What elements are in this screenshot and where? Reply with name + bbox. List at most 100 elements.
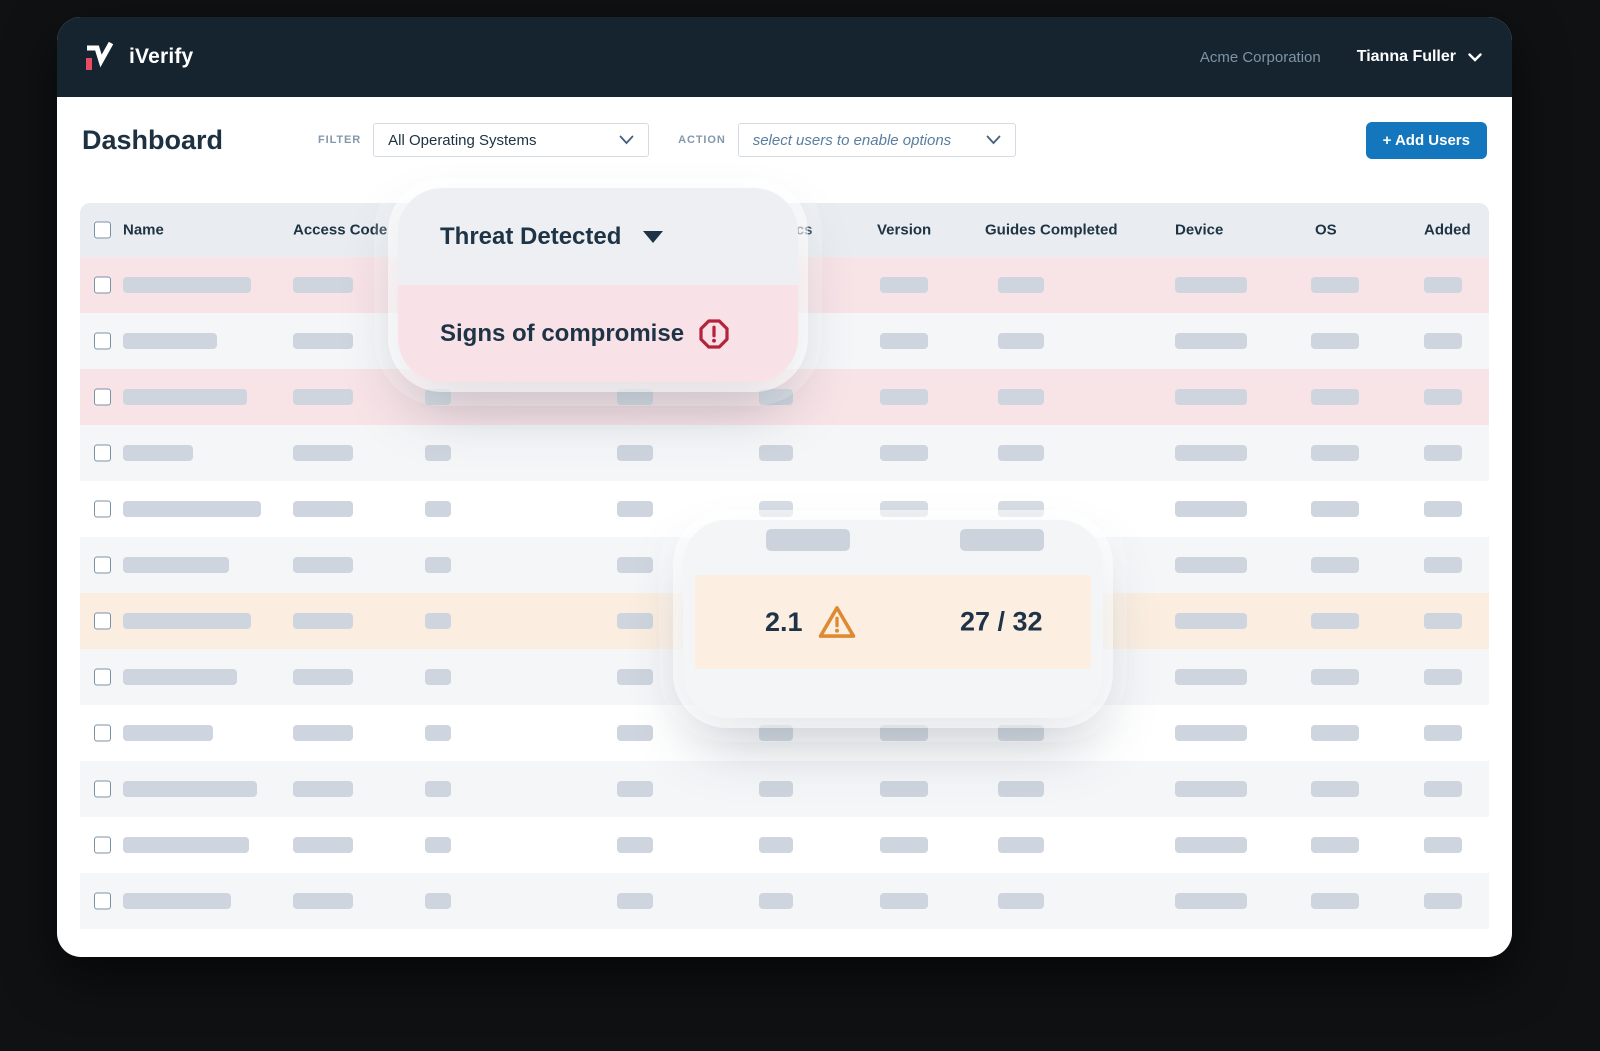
placeholder-bar <box>293 389 353 405</box>
placeholder-bar <box>759 893 793 909</box>
placeholder-bar <box>880 445 928 461</box>
table-row <box>80 817 1489 873</box>
placeholder-bar <box>425 781 451 797</box>
select-all-checkbox[interactable] <box>94 222 111 239</box>
placeholder-bar <box>880 333 928 349</box>
placeholder-bar <box>998 277 1044 293</box>
placeholder-bar <box>880 725 928 741</box>
placeholder-bar <box>123 725 213 741</box>
placeholder-bar <box>1311 445 1359 461</box>
filter-label: Filter <box>318 134 361 146</box>
os-filter-select[interactable]: All Operating Systems <box>373 123 649 157</box>
placeholder-bar <box>425 725 451 741</box>
placeholder-bar <box>1424 445 1462 461</box>
chevron-down-icon <box>619 135 634 145</box>
placeholder-bar <box>1424 333 1462 349</box>
placeholder-bar <box>880 781 928 797</box>
alert-octagon-icon <box>699 319 729 349</box>
user-name: Tianna Fuller <box>1357 48 1456 66</box>
column-header-guides[interactable]: Guides Completed <box>985 222 1118 239</box>
row-checkbox[interactable] <box>94 781 111 798</box>
placeholder-bar <box>998 501 1044 517</box>
placeholder-bar <box>123 277 251 293</box>
placeholder-bar <box>293 613 353 629</box>
row-checkbox[interactable] <box>94 613 111 630</box>
row-checkbox[interactable] <box>94 893 111 910</box>
action-select[interactable]: select users to enable options <box>738 123 1016 157</box>
row-checkbox[interactable] <box>94 669 111 686</box>
placeholder-bar <box>293 501 353 517</box>
placeholder-bar <box>766 529 850 551</box>
table-row <box>80 369 1489 425</box>
page-title: Dashboard <box>82 125 223 156</box>
placeholder-bar <box>1424 389 1462 405</box>
table-row <box>80 425 1489 481</box>
placeholder-bar <box>998 389 1044 405</box>
row-checkbox[interactable] <box>94 445 111 462</box>
placeholder-bar <box>123 445 193 461</box>
row-checkbox[interactable] <box>94 837 111 854</box>
placeholder-bar <box>425 557 451 573</box>
threat-value: Signs of compromise <box>440 320 684 348</box>
placeholder-bar <box>1311 557 1359 573</box>
column-header-added[interactable]: Added <box>1424 222 1471 239</box>
row-checkbox[interactable] <box>94 725 111 742</box>
placeholder-bar <box>617 725 653 741</box>
placeholder-bar <box>998 333 1044 349</box>
metrics-callout-highlight-row: 2.1 27 / 32 <box>695 575 1091 669</box>
placeholder-bar <box>880 893 928 909</box>
column-header-os[interactable]: OS <box>1315 222 1337 239</box>
placeholder-bar <box>1311 837 1359 853</box>
placeholder-bar <box>880 501 928 517</box>
topbar-right: Acme Corporation Tianna Fuller <box>1200 48 1482 66</box>
row-checkbox[interactable] <box>94 501 111 518</box>
table-row <box>80 873 1489 929</box>
placeholder-bar <box>1311 669 1359 685</box>
placeholder-bar <box>880 277 928 293</box>
placeholder-bar <box>759 725 793 741</box>
chevron-down-icon <box>986 135 1001 145</box>
placeholder-bar <box>960 529 1044 551</box>
metrics-callout: 2.1 27 / 32 <box>683 520 1103 718</box>
row-checkbox[interactable] <box>94 557 111 574</box>
warning-triangle-icon <box>817 604 857 640</box>
placeholder-bar <box>759 445 793 461</box>
os-filter-value: All Operating Systems <box>388 132 536 149</box>
column-header-version[interactable]: Version <box>877 222 931 239</box>
placeholder-bar <box>123 893 231 909</box>
placeholder-bar <box>1175 725 1247 741</box>
row-checkbox[interactable] <box>94 333 111 350</box>
placeholder-bar <box>293 445 353 461</box>
sort-caret-icon <box>643 231 663 243</box>
row-checkbox[interactable] <box>94 277 111 294</box>
placeholder-bar <box>293 333 353 349</box>
row-checkbox[interactable] <box>94 389 111 406</box>
placeholder-bar <box>1311 613 1359 629</box>
placeholder-bar <box>1424 613 1462 629</box>
placeholder-bar <box>1311 389 1359 405</box>
placeholder-bar <box>998 781 1044 797</box>
threat-detected-callout: Threat Detected Signs of compromise <box>398 188 798 382</box>
guides-completed-value: 27 / 32 <box>960 607 1043 638</box>
placeholder-bar <box>293 669 353 685</box>
top-navigation-bar: iVerify Acme Corporation Tianna Fuller <box>57 17 1512 97</box>
add-users-button[interactable]: + Add Users <box>1366 122 1487 159</box>
threat-callout-header[interactable]: Threat Detected <box>398 188 798 285</box>
placeholder-bar <box>293 781 353 797</box>
placeholder-bar <box>123 669 237 685</box>
toolbar: Dashboard Filter All Operating Systems A… <box>57 97 1512 183</box>
column-header-device[interactable]: Device <box>1175 222 1223 239</box>
placeholder-bar <box>425 613 451 629</box>
placeholder-bar <box>1175 613 1247 629</box>
table-row <box>80 761 1489 817</box>
placeholder-bar <box>998 893 1044 909</box>
placeholder-bar <box>1175 389 1247 405</box>
column-header-access[interactable]: Access Code <box>293 222 387 239</box>
placeholder-bar <box>617 389 653 405</box>
placeholder-bar <box>617 781 653 797</box>
placeholder-bar <box>1311 725 1359 741</box>
action-select-placeholder: select users to enable options <box>753 132 951 149</box>
placeholder-bar <box>293 725 353 741</box>
column-header-name[interactable]: Name <box>123 222 164 239</box>
user-menu[interactable]: Tianna Fuller <box>1357 48 1482 66</box>
